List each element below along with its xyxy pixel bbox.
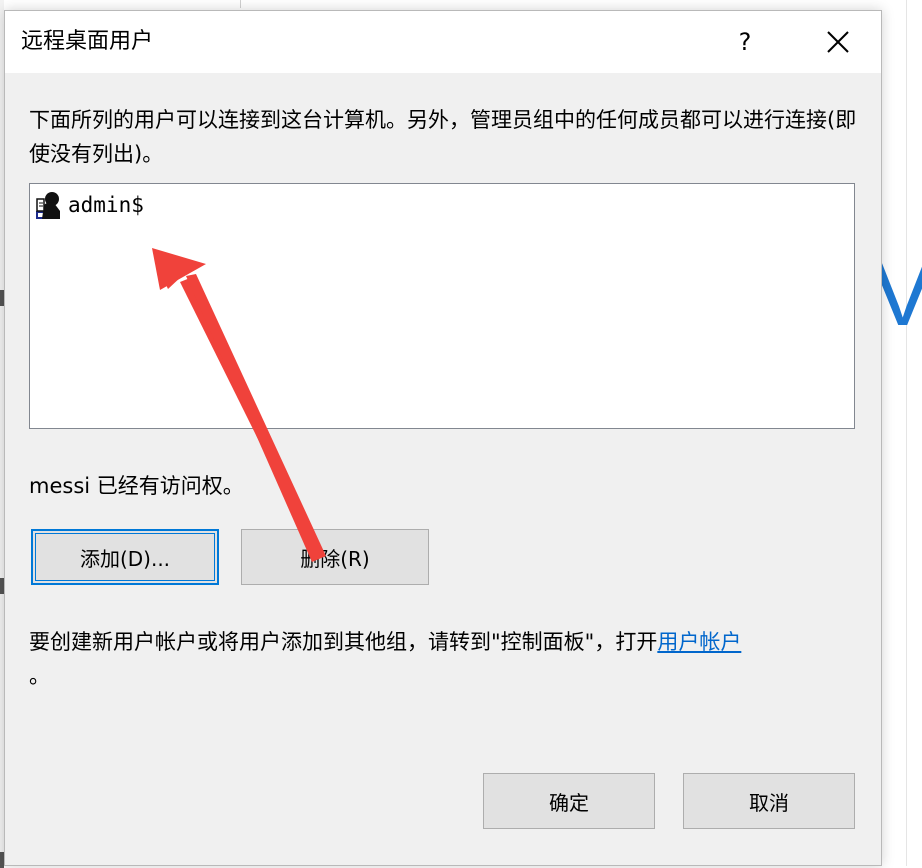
focus-ring [35, 533, 215, 581]
user-list[interactable]: admin$ [29, 183, 855, 429]
info-text-body: 要创建新用户帐户或将用户添加到其他组，请转到"控制面板"，打开 [29, 630, 658, 654]
background-window-right [882, 0, 922, 866]
close-icon [827, 31, 849, 53]
user-icon [36, 192, 60, 219]
ok-button[interactable]: 确定 [483, 773, 655, 829]
ok-button-label: 确定 [549, 790, 589, 815]
cancel-button-label: 取消 [749, 790, 789, 815]
cancel-button[interactable]: 取消 [683, 773, 855, 829]
list-item[interactable]: admin$ [34, 188, 144, 222]
help-button[interactable]: ? [720, 19, 770, 65]
remove-button[interactable]: 删除(R) [241, 529, 429, 585]
info-text: 要创建新用户帐户或将用户添加到其他组，请转到"控制面板"，打开用户帐户 。 [29, 625, 859, 693]
remove-button-label: 删除(R) [300, 546, 370, 571]
add-button[interactable]: 添加(D)... [31, 529, 219, 585]
title-bar[interactable]: 远程桌面用户 ? [5, 11, 881, 73]
background-divider [240, 0, 241, 8]
background-divider [906, 0, 907, 866]
info-text-end: 。 [29, 664, 50, 688]
dialog-body: 下面所列的用户可以连接到这台计算机。另外，管理员组中的任何成员都可以进行连接(即… [5, 73, 881, 865]
user-accounts-link[interactable]: 用户帐户 [657, 630, 741, 654]
close-button[interactable] [813, 19, 863, 65]
description-text: 下面所列的用户可以连接到这台计算机。另外，管理员组中的任何成员都可以进行连接(即… [29, 108, 857, 166]
access-status-text: messi 已经有访问权。 [29, 474, 244, 498]
user-name: admin$ [68, 193, 144, 217]
remote-desktop-users-dialog: 远程桌面用户 ? 下面所列的用户可以连接到这台计算机。另外，管理员组中的任何成员… [4, 10, 882, 866]
dialog-title: 远程桌面用户 [21, 29, 154, 54]
